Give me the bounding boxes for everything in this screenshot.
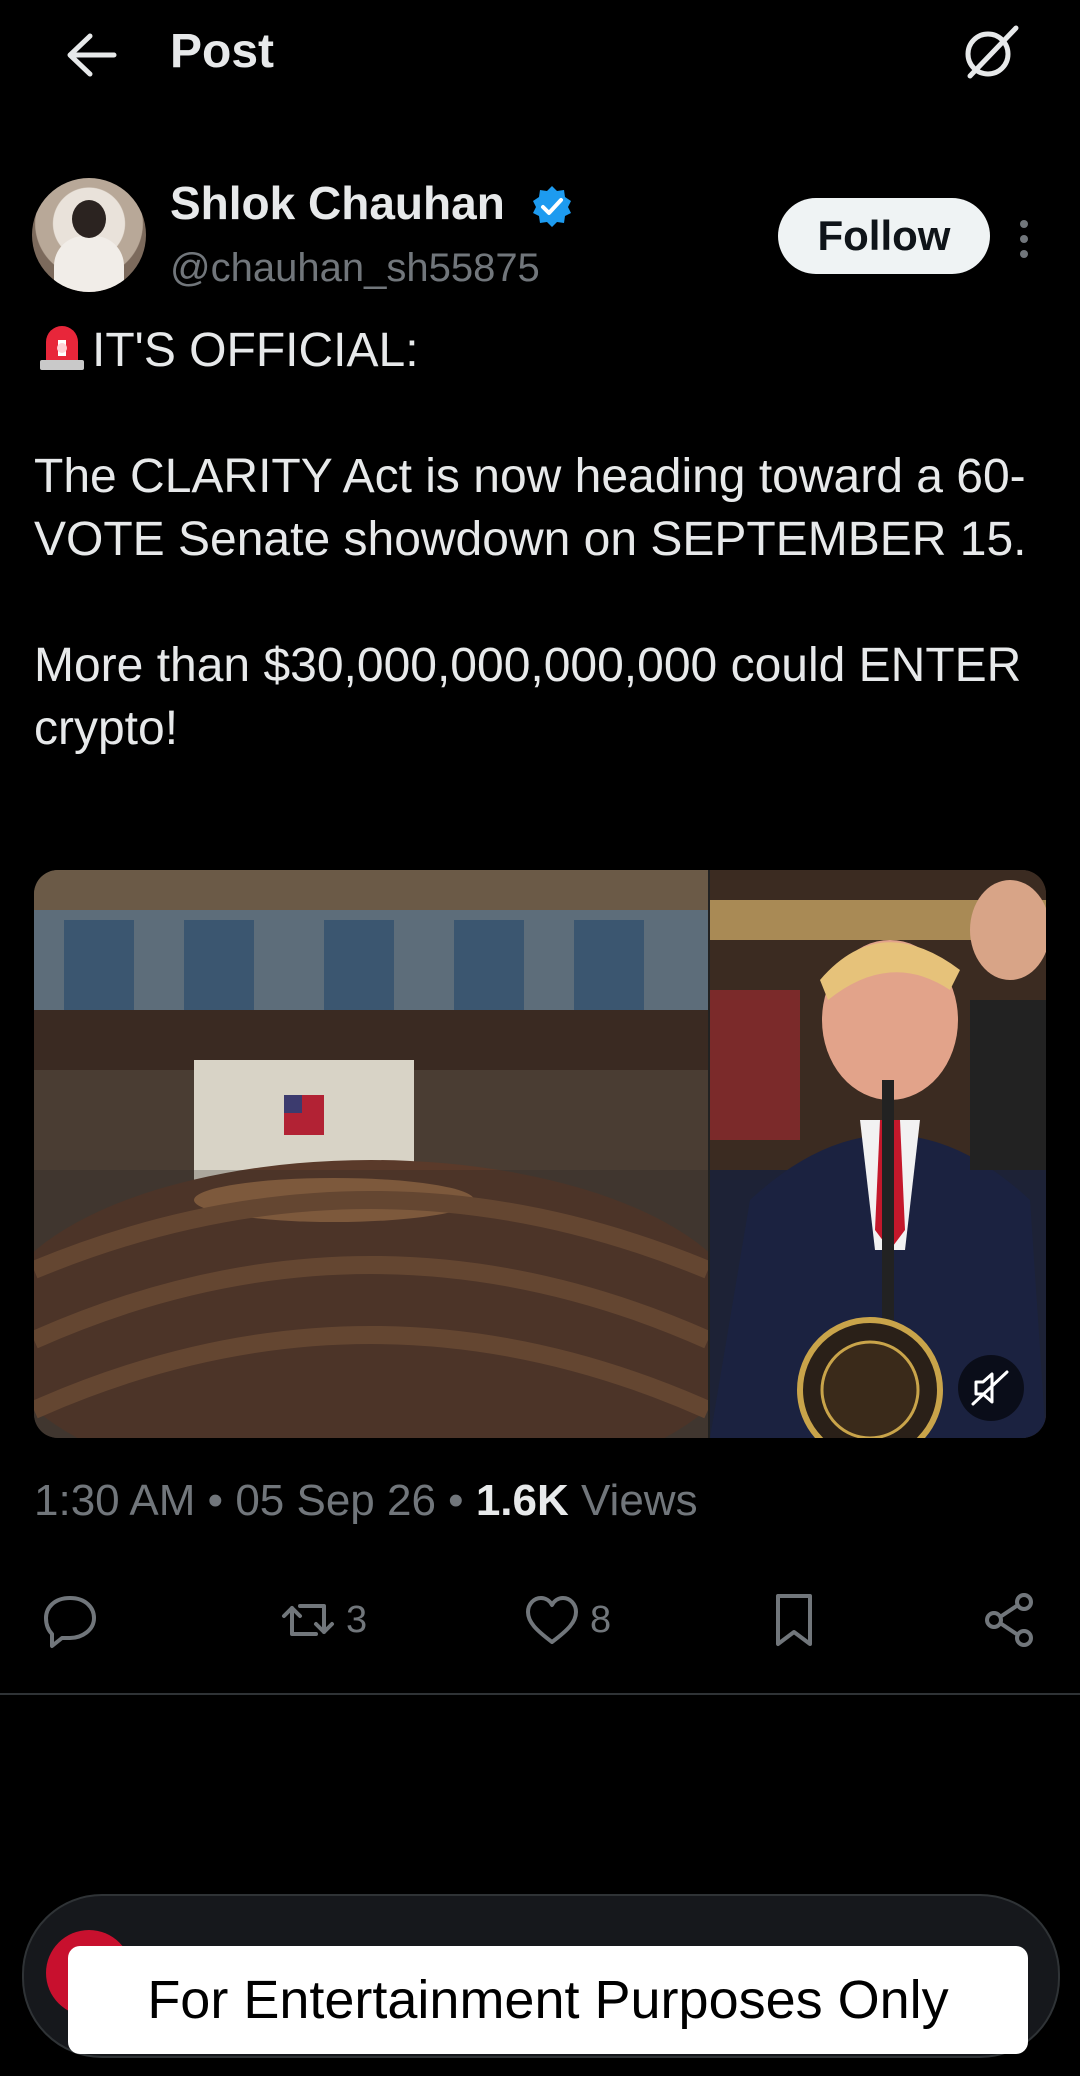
like-count: 8 bbox=[590, 1598, 612, 1641]
heart-icon bbox=[526, 1596, 578, 1644]
speaker-image[interactable] bbox=[710, 870, 1046, 1438]
rotating-light-icon bbox=[40, 326, 84, 370]
bookmark-button[interactable] bbox=[764, 1580, 824, 1660]
post-media[interactable] bbox=[34, 870, 1046, 1438]
post-date: 05 Sep 26 bbox=[235, 1476, 436, 1525]
follow-button[interactable]: Follow bbox=[778, 198, 990, 274]
repost-icon bbox=[282, 1604, 334, 1636]
reply-button[interactable] bbox=[40, 1580, 100, 1660]
arrow-left-icon[interactable] bbox=[62, 30, 118, 80]
bookmark-icon bbox=[776, 1594, 812, 1646]
divider bbox=[0, 1693, 1080, 1695]
share-button[interactable] bbox=[980, 1580, 1040, 1660]
senate-chamber-image[interactable] bbox=[34, 870, 708, 1438]
action-bar: 3 8 bbox=[0, 1580, 1080, 1660]
post-text: IT'S OFFICIAL: The CLARITY Act is now he… bbox=[34, 318, 1054, 760]
mute-icon[interactable] bbox=[958, 1355, 1024, 1421]
author-name[interactable]: Shlok Chauhan bbox=[170, 176, 505, 230]
more-options-icon[interactable] bbox=[1012, 214, 1036, 264]
post-line-1: IT'S OFFICIAL: bbox=[92, 324, 419, 377]
page-title: Post bbox=[170, 25, 275, 78]
author-handle[interactable]: @chauhan_sh55875 bbox=[170, 246, 540, 291]
post-meta: 1:30 AM • 05 Sep 26 • 1.6K Views bbox=[34, 1476, 698, 1526]
views-count: 1.6K bbox=[475, 1476, 569, 1525]
avatar[interactable] bbox=[32, 178, 146, 292]
views-label: Views bbox=[581, 1476, 698, 1525]
verified-badge-icon bbox=[533, 186, 571, 227]
share-icon bbox=[985, 1593, 1033, 1647]
post-line-2: The CLARITY Act is now heading toward a … bbox=[34, 450, 1027, 566]
post-line-3: More than $30,000,000,000,000 could ENTE… bbox=[34, 639, 1022, 755]
meta-separator: • bbox=[207, 1476, 224, 1525]
disclaimer-banner: For Entertainment Purposes Only bbox=[68, 1946, 1028, 2054]
repost-count: 3 bbox=[346, 1598, 368, 1641]
top-bar: Post bbox=[0, 0, 1080, 108]
meta-separator: • bbox=[448, 1476, 464, 1525]
repost-button[interactable]: 3 bbox=[278, 1580, 367, 1660]
like-button[interactable]: 8 bbox=[522, 1580, 611, 1660]
post-time: 1:30 AM bbox=[34, 1476, 196, 1525]
reply-icon bbox=[44, 1596, 96, 1648]
grok-icon[interactable] bbox=[960, 22, 1020, 82]
